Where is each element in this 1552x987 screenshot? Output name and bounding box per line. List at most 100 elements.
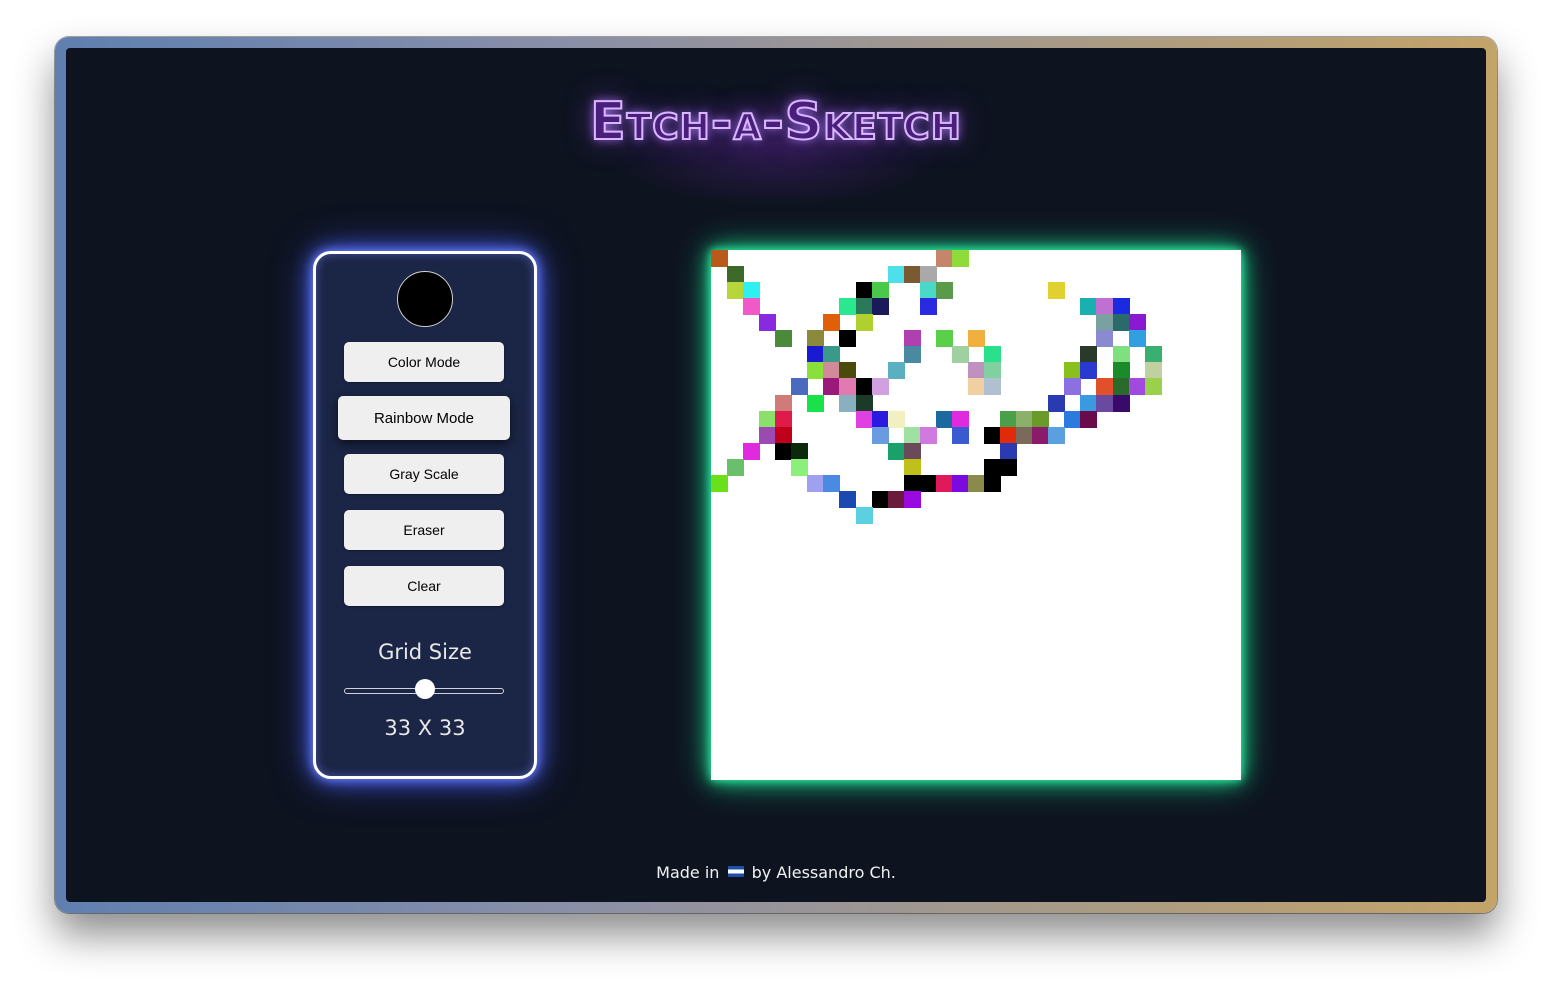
grid-cell[interactable] bbox=[1032, 410, 1050, 428]
grid-cell[interactable] bbox=[727, 458, 745, 476]
grid-cell[interactable] bbox=[1048, 282, 1066, 300]
grid-cell[interactable] bbox=[871, 410, 889, 428]
grid-cell[interactable] bbox=[823, 378, 841, 396]
grid-cell[interactable] bbox=[967, 378, 985, 396]
grid-cell[interactable] bbox=[1080, 298, 1098, 316]
grid-cell[interactable] bbox=[775, 410, 793, 428]
grid-cell[interactable] bbox=[711, 474, 728, 492]
grid-cell[interactable] bbox=[839, 394, 857, 412]
grid-cell[interactable] bbox=[839, 490, 857, 508]
grid-cell[interactable] bbox=[1096, 330, 1114, 348]
grid-cell[interactable] bbox=[984, 378, 1002, 396]
grid-cell[interactable] bbox=[775, 426, 793, 444]
grid-cell[interactable] bbox=[839, 330, 857, 348]
grid-cell[interactable] bbox=[903, 474, 921, 492]
sketch-canvas[interactable] bbox=[711, 250, 1241, 780]
grid-cell[interactable] bbox=[984, 474, 1002, 492]
grid-cell[interactable] bbox=[935, 250, 953, 267]
grid-cell[interactable] bbox=[807, 346, 825, 364]
grid-cell[interactable] bbox=[839, 378, 857, 396]
grid-cell[interactable] bbox=[1080, 346, 1098, 364]
grid-cell[interactable] bbox=[967, 474, 985, 492]
grid-cell[interactable] bbox=[951, 410, 969, 428]
grid-cell[interactable] bbox=[1016, 410, 1034, 428]
grid-cell[interactable] bbox=[903, 330, 921, 348]
grid-cell[interactable] bbox=[807, 330, 825, 348]
grid-cell[interactable] bbox=[711, 250, 728, 267]
grid-cell[interactable] bbox=[935, 474, 953, 492]
grid-cell[interactable] bbox=[855, 394, 873, 412]
grid-cell[interactable] bbox=[1048, 394, 1066, 412]
grid-cell[interactable] bbox=[775, 394, 793, 412]
grid-cell[interactable] bbox=[1080, 362, 1098, 380]
grid-cell[interactable] bbox=[919, 298, 937, 316]
grid-cell[interactable] bbox=[1112, 298, 1130, 316]
grid-cell[interactable] bbox=[823, 474, 841, 492]
grid-cell[interactable] bbox=[1128, 330, 1146, 348]
grid-cell[interactable] bbox=[919, 266, 937, 284]
grid-cell[interactable] bbox=[951, 346, 969, 364]
grid-cell[interactable] bbox=[887, 410, 905, 428]
grid-cell[interactable] bbox=[951, 474, 969, 492]
grid-cell[interactable] bbox=[1000, 410, 1018, 428]
grid-cell[interactable] bbox=[759, 426, 777, 444]
grid-cell[interactable] bbox=[1096, 298, 1114, 316]
grid-cell[interactable] bbox=[1112, 362, 1130, 380]
gray-scale-button[interactable]: Gray Scale bbox=[344, 454, 504, 494]
grid-cell[interactable] bbox=[759, 314, 777, 332]
grid-cell[interactable] bbox=[1048, 426, 1066, 444]
grid-cell[interactable] bbox=[807, 394, 825, 412]
grid-cell[interactable] bbox=[984, 426, 1002, 444]
grid-cell[interactable] bbox=[1064, 410, 1082, 428]
grid-cell[interactable] bbox=[1112, 314, 1130, 332]
grid-cell[interactable] bbox=[967, 330, 985, 348]
grid-cell[interactable] bbox=[935, 330, 953, 348]
grid-cell[interactable] bbox=[1144, 378, 1162, 396]
grid-cell[interactable] bbox=[727, 266, 745, 284]
grid-cell[interactable] bbox=[1064, 378, 1082, 396]
grid-cell[interactable] bbox=[791, 442, 809, 460]
grid-cell[interactable] bbox=[727, 282, 745, 300]
grid-cell[interactable] bbox=[1096, 378, 1114, 396]
grid-cell[interactable] bbox=[743, 442, 761, 460]
grid-size-slider-thumb[interactable] bbox=[415, 679, 436, 699]
grid-cell[interactable] bbox=[903, 458, 921, 476]
grid-cell[interactable] bbox=[1000, 426, 1018, 444]
grid-cell[interactable] bbox=[823, 346, 841, 364]
grid-cell[interactable] bbox=[775, 442, 793, 460]
grid-cell[interactable] bbox=[951, 426, 969, 444]
grid-cell[interactable] bbox=[919, 474, 937, 492]
grid-cell[interactable] bbox=[919, 426, 937, 444]
grid-cell[interactable] bbox=[1128, 378, 1146, 396]
grid-cell[interactable] bbox=[1096, 314, 1114, 332]
clear-button[interactable]: Clear bbox=[344, 566, 504, 606]
grid-cell[interactable] bbox=[807, 362, 825, 380]
grid-cell[interactable] bbox=[1112, 346, 1130, 364]
grid-cell[interactable] bbox=[855, 378, 873, 396]
grid-cell[interactable] bbox=[839, 362, 857, 380]
grid-cell[interactable] bbox=[855, 298, 873, 316]
grid-cell[interactable] bbox=[1080, 410, 1098, 428]
grid-cell[interactable] bbox=[743, 298, 761, 316]
rainbow-mode-button[interactable]: Rainbow Mode bbox=[338, 396, 510, 440]
grid-cell[interactable] bbox=[855, 282, 873, 300]
grid-cell[interactable] bbox=[791, 378, 809, 396]
grid-cell[interactable] bbox=[871, 378, 889, 396]
eraser-button[interactable]: Eraser bbox=[344, 510, 504, 550]
grid-cell[interactable] bbox=[887, 362, 905, 380]
grid-cell[interactable] bbox=[984, 362, 1002, 380]
grid-cell[interactable] bbox=[935, 282, 953, 300]
grid-cell[interactable] bbox=[823, 362, 841, 380]
grid-cell[interactable] bbox=[935, 410, 953, 428]
grid-cell[interactable] bbox=[984, 346, 1002, 364]
grid-cell[interactable] bbox=[871, 426, 889, 444]
grid-cell[interactable] bbox=[823, 314, 841, 332]
grid-cell[interactable] bbox=[871, 298, 889, 316]
grid-cell[interactable] bbox=[887, 490, 905, 508]
grid-cell[interactable] bbox=[1016, 426, 1034, 444]
grid-cell[interactable] bbox=[887, 442, 905, 460]
grid-cell[interactable] bbox=[807, 474, 825, 492]
grid-cell[interactable] bbox=[903, 442, 921, 460]
grid-cell[interactable] bbox=[903, 490, 921, 508]
grid-cell[interactable] bbox=[1128, 314, 1146, 332]
